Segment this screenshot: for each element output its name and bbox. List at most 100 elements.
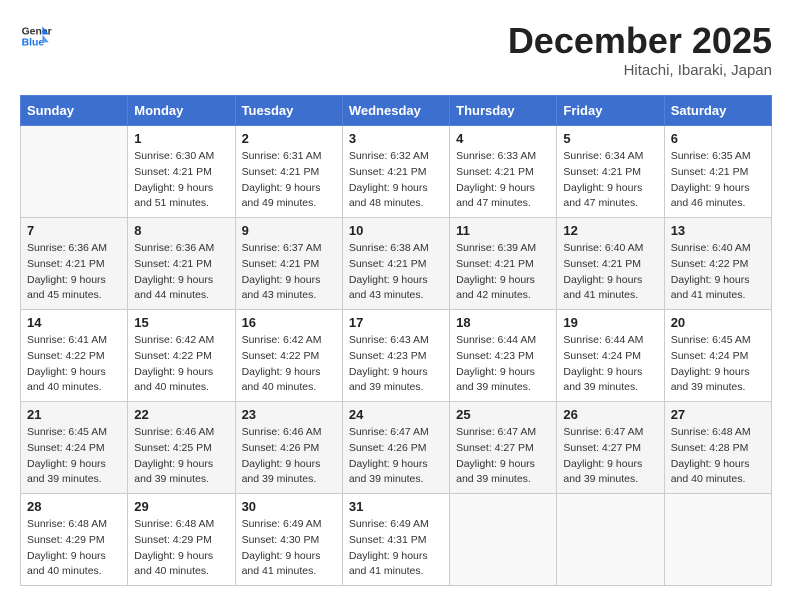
day-info: Sunrise: 6:49 AMSunset: 4:31 PMDaylight:… xyxy=(349,517,443,580)
calendar-cell: 28 Sunrise: 6:48 AMSunset: 4:29 PMDayligh… xyxy=(21,494,128,586)
calendar-cell: 1 Sunrise: 6:30 AMSunset: 4:21 PMDaylight… xyxy=(128,126,235,218)
day-number: 30 xyxy=(242,499,336,514)
logo: General Blue xyxy=(20,20,52,52)
day-number: 10 xyxy=(349,223,443,238)
svg-text:General: General xyxy=(22,26,52,37)
calendar-cell: 20Sunrise: 6:45 AMSunset: 4:24 PMDayligh… xyxy=(664,310,771,402)
calendar-cell: 24Sunrise: 6:47 AMSunset: 4:26 PMDayligh… xyxy=(342,402,449,494)
day-number: 28 xyxy=(27,499,121,514)
header: General Blue December 2025 Hitachi, Ibar… xyxy=(20,20,772,79)
day-info: Sunrise: 6:40 AMSunset: 4:22 PMDaylight:… xyxy=(671,241,765,304)
day-number: 1 xyxy=(134,131,228,146)
calendar-cell: 14 Sunrise: 6:41 AMSunset: 4:22 PMDayligh… xyxy=(21,310,128,402)
calendar-week-row: 1 Sunrise: 6:30 AMSunset: 4:21 PMDaylight… xyxy=(21,126,772,218)
day-info: Sunrise: 6:34 AMSunset: 4:21 PMDaylight:… xyxy=(563,149,657,212)
calendar-cell: 15 Sunrise: 6:42 AMSunset: 4:22 PMDayligh… xyxy=(128,310,235,402)
calendar-cell: 29 Sunrise: 6:48 AMSunset: 4:29 PMDayligh… xyxy=(128,494,235,586)
calendar-cell: 22Sunrise: 6:46 AMSunset: 4:25 PMDayligh… xyxy=(128,402,235,494)
weekday-header-cell: Wednesday xyxy=(342,96,449,126)
day-info: Sunrise: 6:32 AMSunset: 4:21 PMDaylight:… xyxy=(349,149,443,212)
calendar-cell: 3 Sunrise: 6:32 AMSunset: 4:21 PMDaylight… xyxy=(342,126,449,218)
day-info: Sunrise: 6:48 AMSunset: 4:28 PMDaylight:… xyxy=(671,425,765,488)
day-info: Sunrise: 6:45 AMSunset: 4:24 PMDaylight:… xyxy=(671,333,765,396)
day-number: 19 xyxy=(563,315,657,330)
weekday-header-cell: Thursday xyxy=(450,96,557,126)
calendar-cell: 31Sunrise: 6:49 AMSunset: 4:31 PMDayligh… xyxy=(342,494,449,586)
day-info: Sunrise: 6:38 AMSunset: 4:21 PMDaylight:… xyxy=(349,241,443,304)
day-number: 8 xyxy=(134,223,228,238)
day-info: Sunrise: 6:41 AMSunset: 4:22 PMDaylight:… xyxy=(27,333,121,396)
calendar-cell: 11 Sunrise: 6:39 AMSunset: 4:21 PMDayligh… xyxy=(450,218,557,310)
title-area: December 2025 Hitachi, Ibaraki, Japan xyxy=(508,20,772,79)
day-info: Sunrise: 6:47 AMSunset: 4:27 PMDaylight:… xyxy=(563,425,657,488)
day-number: 18 xyxy=(456,315,550,330)
day-number: 7 xyxy=(27,223,121,238)
calendar-cell: 7 Sunrise: 6:36 AMSunset: 4:21 PMDaylight… xyxy=(21,218,128,310)
day-number: 12 xyxy=(563,223,657,238)
weekday-header-cell: Friday xyxy=(557,96,664,126)
day-number: 15 xyxy=(134,315,228,330)
calendar-cell: 23 Sunrise: 6:46 AMSunset: 4:26 PMDayligh… xyxy=(235,402,342,494)
weekday-header-cell: Saturday xyxy=(664,96,771,126)
calendar-table: SundayMondayTuesdayWednesdayThursdayFrid… xyxy=(20,95,772,586)
day-info: Sunrise: 6:43 AMSunset: 4:23 PMDaylight:… xyxy=(349,333,443,396)
day-info: Sunrise: 6:42 AMSunset: 4:22 PMDaylight:… xyxy=(134,333,228,396)
day-number: 4 xyxy=(456,131,550,146)
logo-icon: General Blue xyxy=(20,20,52,52)
day-info: Sunrise: 6:39 AMSunset: 4:21 PMDaylight:… xyxy=(456,241,550,304)
day-number: 14 xyxy=(27,315,121,330)
day-number: 2 xyxy=(242,131,336,146)
day-info: Sunrise: 6:45 AMSunset: 4:24 PMDaylight:… xyxy=(27,425,121,488)
calendar-week-row: 28 Sunrise: 6:48 AMSunset: 4:29 PMDayligh… xyxy=(21,494,772,586)
calendar-cell: 12 Sunrise: 6:40 AMSunset: 4:21 PMDayligh… xyxy=(557,218,664,310)
day-info: Sunrise: 6:36 AMSunset: 4:21 PMDaylight:… xyxy=(27,241,121,304)
day-info: Sunrise: 6:48 AMSunset: 4:29 PMDaylight:… xyxy=(27,517,121,580)
day-info: Sunrise: 6:42 AMSunset: 4:22 PMDaylight:… xyxy=(242,333,336,396)
day-number: 24 xyxy=(349,407,443,422)
day-info: Sunrise: 6:30 AMSunset: 4:21 PMDaylight:… xyxy=(134,149,228,212)
day-info: Sunrise: 6:48 AMSunset: 4:29 PMDaylight:… xyxy=(134,517,228,580)
calendar-week-row: 14 Sunrise: 6:41 AMSunset: 4:22 PMDayligh… xyxy=(21,310,772,402)
calendar-cell: 5Sunrise: 6:34 AMSunset: 4:21 PMDaylight… xyxy=(557,126,664,218)
day-info: Sunrise: 6:46 AMSunset: 4:26 PMDaylight:… xyxy=(242,425,336,488)
calendar-cell xyxy=(557,494,664,586)
calendar-cell: 9 Sunrise: 6:37 AMSunset: 4:21 PMDaylight… xyxy=(235,218,342,310)
weekday-header-cell: Tuesday xyxy=(235,96,342,126)
month-title: December 2025 xyxy=(508,20,772,62)
calendar-cell: 6 Sunrise: 6:35 AMSunset: 4:21 PMDaylight… xyxy=(664,126,771,218)
calendar-week-row: 7 Sunrise: 6:36 AMSunset: 4:21 PMDaylight… xyxy=(21,218,772,310)
weekday-header-row: SundayMondayTuesdayWednesdayThursdayFrid… xyxy=(21,96,772,126)
day-number: 6 xyxy=(671,131,765,146)
calendar-cell: 8Sunrise: 6:36 AMSunset: 4:21 PMDaylight… xyxy=(128,218,235,310)
day-number: 3 xyxy=(349,131,443,146)
day-number: 26 xyxy=(563,407,657,422)
day-info: Sunrise: 6:37 AMSunset: 4:21 PMDaylight:… xyxy=(242,241,336,304)
svg-text:Blue: Blue xyxy=(22,38,45,49)
day-info: Sunrise: 6:35 AMSunset: 4:21 PMDaylight:… xyxy=(671,149,765,212)
day-number: 29 xyxy=(134,499,228,514)
calendar-cell: 26 Sunrise: 6:47 AMSunset: 4:27 PMDayligh… xyxy=(557,402,664,494)
calendar-cell xyxy=(21,126,128,218)
calendar-cell xyxy=(450,494,557,586)
day-number: 16 xyxy=(242,315,336,330)
day-number: 11 xyxy=(456,223,550,238)
calendar-week-row: 21 Sunrise: 6:45 AMSunset: 4:24 PMDayligh… xyxy=(21,402,772,494)
calendar-cell: 21 Sunrise: 6:45 AMSunset: 4:24 PMDayligh… xyxy=(21,402,128,494)
calendar-cell: 18 Sunrise: 6:44 AMSunset: 4:23 PMDayligh… xyxy=(450,310,557,402)
day-number: 21 xyxy=(27,407,121,422)
day-info: Sunrise: 6:44 AMSunset: 4:23 PMDaylight:… xyxy=(456,333,550,396)
calendar-cell: 10 Sunrise: 6:38 AMSunset: 4:21 PMDayligh… xyxy=(342,218,449,310)
day-info: Sunrise: 6:33 AMSunset: 4:21 PMDaylight:… xyxy=(456,149,550,212)
calendar-cell: 25Sunrise: 6:47 AMSunset: 4:27 PMDayligh… xyxy=(450,402,557,494)
weekday-header-cell: Sunday xyxy=(21,96,128,126)
weekday-header-cell: Monday xyxy=(128,96,235,126)
location: Hitachi, Ibaraki, Japan xyxy=(508,62,772,79)
day-number: 23 xyxy=(242,407,336,422)
calendar-cell: 19Sunrise: 6:44 AMSunset: 4:24 PMDayligh… xyxy=(557,310,664,402)
day-info: Sunrise: 6:31 AMSunset: 4:21 PMDaylight:… xyxy=(242,149,336,212)
calendar-cell: 27Sunrise: 6:48 AMSunset: 4:28 PMDayligh… xyxy=(664,402,771,494)
calendar-cell: 4 Sunrise: 6:33 AMSunset: 4:21 PMDaylight… xyxy=(450,126,557,218)
day-info: Sunrise: 6:40 AMSunset: 4:21 PMDaylight:… xyxy=(563,241,657,304)
day-info: Sunrise: 6:49 AMSunset: 4:30 PMDaylight:… xyxy=(242,517,336,580)
day-number: 9 xyxy=(242,223,336,238)
